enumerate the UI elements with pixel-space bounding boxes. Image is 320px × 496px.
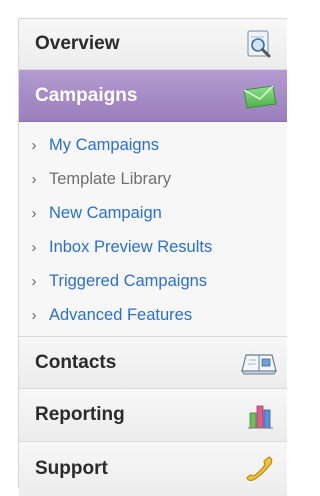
sidebar-section-label: Reporting	[35, 404, 125, 425]
submenu-item-new-campaign[interactable]: › New Campaign	[19, 196, 287, 230]
magnifier-document-icon	[239, 28, 279, 60]
chevron-right-icon: ›	[31, 204, 37, 222]
sidebar-section-label: Campaigns	[35, 84, 138, 106]
chevron-right-icon: ›	[31, 272, 37, 290]
submenu-item-advanced-features[interactable]: › Advanced Features	[19, 298, 287, 332]
chevron-right-icon: ›	[31, 170, 37, 188]
submenu-item-label: Template Library	[49, 169, 171, 188]
campaigns-submenu: › My Campaigns › Template Library › New …	[19, 122, 287, 337]
submenu-item-label: My Campaigns	[49, 135, 160, 154]
submenu-item-template-library[interactable]: › Template Library	[19, 162, 287, 196]
sidebar-section-contacts[interactable]: Contacts	[19, 337, 287, 389]
submenu-item-label: Inbox Preview Results	[49, 237, 213, 256]
submenu-item-label: New Campaign	[49, 203, 162, 222]
submenu-item-label: Triggered Campaigns	[49, 271, 208, 290]
chevron-right-icon: ›	[31, 238, 37, 256]
sidebar-section-label: Contacts	[35, 351, 117, 373]
envelope-icon	[239, 80, 279, 112]
submenu-item-inbox-preview-results[interactable]: › Inbox Preview Results	[19, 230, 287, 264]
submenu-item-triggered-campaigns[interactable]: › Triggered Campaigns	[19, 264, 287, 298]
sidebar-section-overview[interactable]: Overview	[19, 19, 287, 70]
bar-chart-icon	[239, 399, 279, 431]
phone-icon	[239, 453, 279, 485]
sidebar-section-campaigns[interactable]: Campaigns	[19, 70, 287, 122]
submenu-item-my-campaigns[interactable]: › My Campaigns	[19, 128, 287, 162]
sidebar-section-reporting[interactable]: Reporting	[19, 389, 287, 442]
submenu-item-label: Advanced Features	[49, 305, 193, 324]
sidebar-section-label: Support	[35, 458, 108, 479]
sidebar-nav: Overview Campaigns › My Campaigns › Temp…	[18, 18, 287, 496]
sidebar-section-label: Overview	[35, 33, 120, 54]
chevron-right-icon: ›	[31, 306, 37, 324]
address-book-icon	[239, 347, 279, 379]
chevron-right-icon: ›	[31, 136, 37, 154]
